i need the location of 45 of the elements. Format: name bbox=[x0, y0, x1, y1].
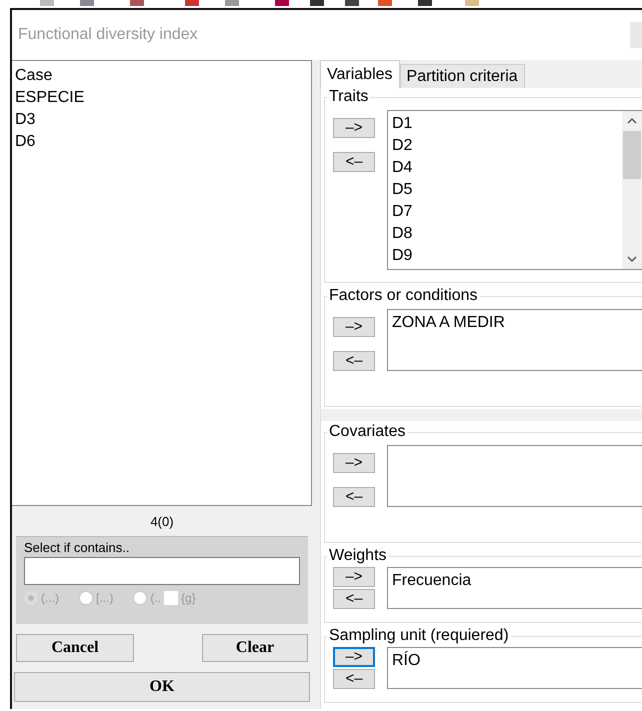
cancel-button[interactable]: Cancel bbox=[16, 634, 134, 662]
list-item[interactable]: D8 bbox=[392, 223, 618, 245]
clear-button[interactable]: Clear bbox=[202, 634, 308, 662]
radio-label: (...) bbox=[41, 591, 59, 605]
variable-item[interactable]: D6 bbox=[15, 131, 308, 153]
group-title: Factors or conditions bbox=[328, 287, 479, 305]
chevron-up-icon[interactable] bbox=[627, 118, 637, 124]
group-title: Weights bbox=[328, 547, 388, 565]
list-item[interactable]: ZONA A MEDIR bbox=[392, 312, 638, 334]
list-item[interactable]: D4 bbox=[392, 157, 618, 179]
radio-label: (.. bbox=[150, 591, 162, 605]
variable-item[interactable]: ESPECIE bbox=[15, 87, 308, 109]
variable-item[interactable]: Case bbox=[15, 65, 308, 87]
ok-button[interactable]: OK bbox=[14, 672, 310, 702]
radio-label: {g} bbox=[181, 591, 196, 605]
remove-button[interactable]: <– bbox=[333, 351, 375, 371]
remove-button[interactable]: <– bbox=[333, 487, 375, 507]
remove-button[interactable]: <– bbox=[333, 669, 375, 689]
radio-label: [...) bbox=[96, 591, 114, 605]
filter-label: Select if contains.. bbox=[24, 540, 130, 555]
remove-button[interactable]: <– bbox=[333, 589, 375, 609]
count-label: 4(0) bbox=[149, 512, 175, 531]
group-title: Traits bbox=[328, 88, 370, 106]
add-button[interactable]: –> bbox=[333, 453, 375, 473]
add-button[interactable]: –> bbox=[333, 647, 375, 667]
list-item[interactable]: D5 bbox=[392, 179, 618, 201]
list-item[interactable]: D1 bbox=[392, 113, 618, 135]
add-button[interactable]: –> bbox=[333, 567, 375, 587]
square-icon bbox=[164, 591, 178, 605]
add-button[interactable]: –> bbox=[333, 317, 375, 337]
window-title: Functional diversity index bbox=[18, 26, 198, 44]
group-title: Covariates bbox=[328, 423, 406, 441]
scrollbar[interactable] bbox=[622, 111, 642, 269]
list-item[interactable]: D2 bbox=[392, 135, 618, 157]
group-title: Sampling unit (requiered) bbox=[328, 627, 510, 645]
variable-item[interactable]: D3 bbox=[15, 109, 308, 131]
tab[interactable]: Variables bbox=[320, 60, 400, 88]
chevron-down-icon[interactable] bbox=[627, 256, 637, 262]
remove-button[interactable]: <– bbox=[333, 152, 375, 172]
list-item[interactable]: D7 bbox=[392, 201, 618, 223]
list-item[interactable]: Frecuencia bbox=[392, 570, 638, 592]
add-button[interactable]: –> bbox=[333, 118, 375, 138]
list-item[interactable]: RÍO bbox=[392, 650, 638, 672]
list-item[interactable]: D9 bbox=[392, 245, 618, 267]
tab[interactable]: Partition criteria bbox=[400, 64, 525, 88]
